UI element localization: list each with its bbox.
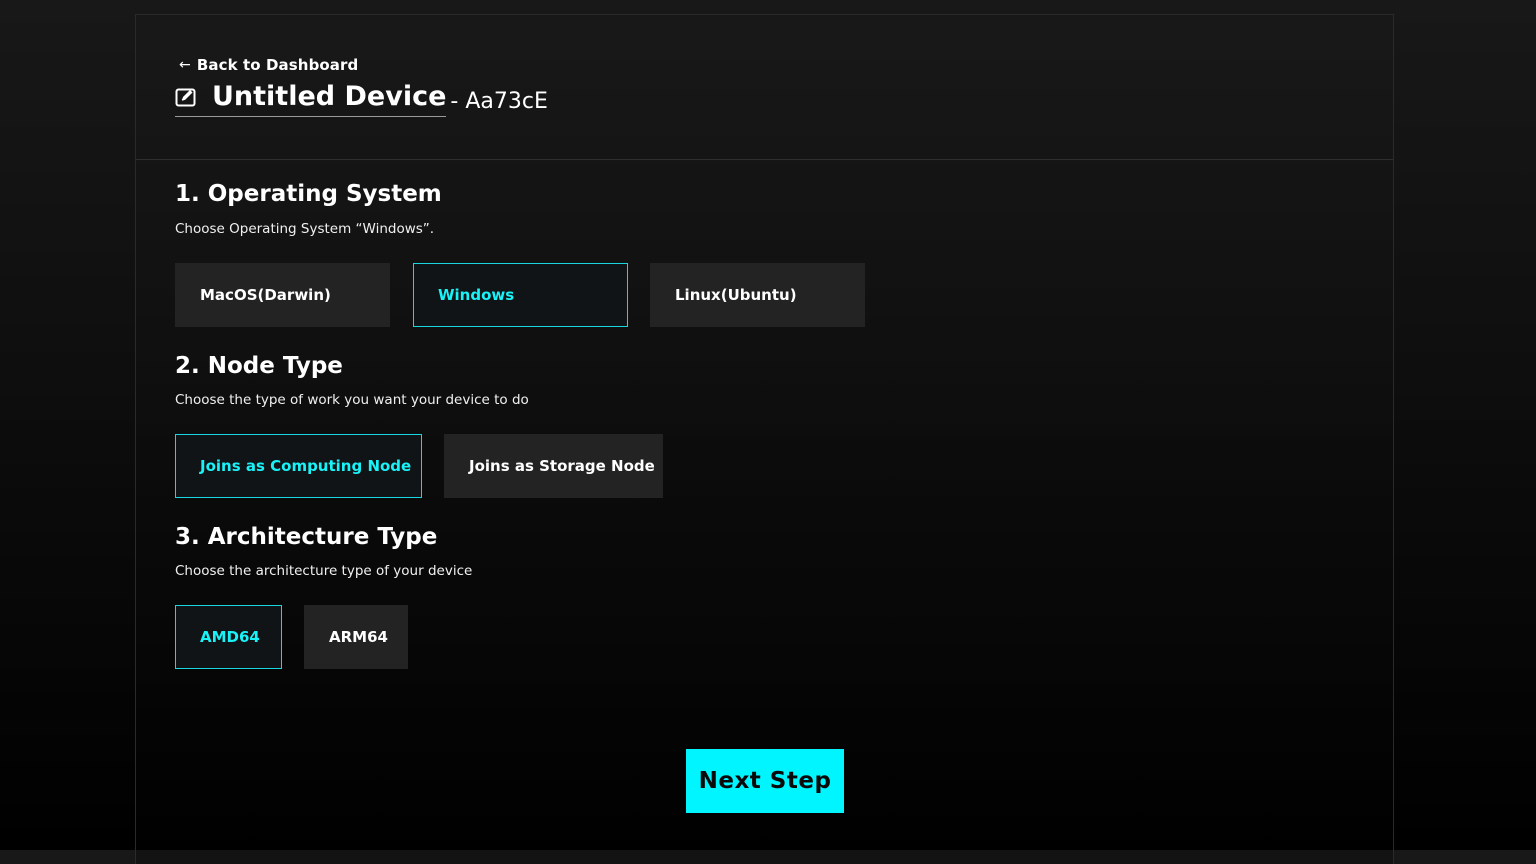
os-option-macos[interactable]: MacOS(Darwin) [175,263,390,327]
architecture-section-title: 3. Architecture Type [175,524,438,550]
page-title: Untitled Device - Aa73cE [175,81,548,117]
architecture-section-description: Choose the architecture type of your dev… [175,563,473,579]
arch-option-arm64[interactable]: ARM64 [304,605,408,669]
os-section-description: Choose Operating System “Windows”. [175,221,435,237]
page-header: ← Back to Dashboard Untitled Device - Aa… [136,15,1393,160]
os-section-title: 1. Operating System [175,181,442,207]
node-option-computing[interactable]: Joins as Computing Node [175,434,422,498]
device-setup-panel: ← Back to Dashboard Untitled Device - Aa… [135,14,1394,864]
back-link-label: Back to Dashboard [196,56,359,74]
os-option-windows[interactable]: Windows [413,263,628,327]
os-option-linux[interactable]: Linux(Ubuntu) [650,263,865,327]
next-step-button[interactable]: Next Step [686,749,844,813]
device-name-editor[interactable]: Untitled Device [175,81,447,117]
node-type-section-description: Choose the type of work you want your de… [175,392,529,408]
arch-option-amd64[interactable]: AMD64 [175,605,282,669]
back-to-dashboard-link[interactable]: ← Back to Dashboard [179,56,358,74]
arrow-left-icon: ← [179,57,191,73]
device-name: Untitled Device [212,81,447,112]
device-id: - Aa73cE [450,88,548,114]
node-type-section-title: 2. Node Type [175,353,343,379]
node-option-storage[interactable]: Joins as Storage Node [444,434,663,498]
edit-icon[interactable] [175,86,198,108]
